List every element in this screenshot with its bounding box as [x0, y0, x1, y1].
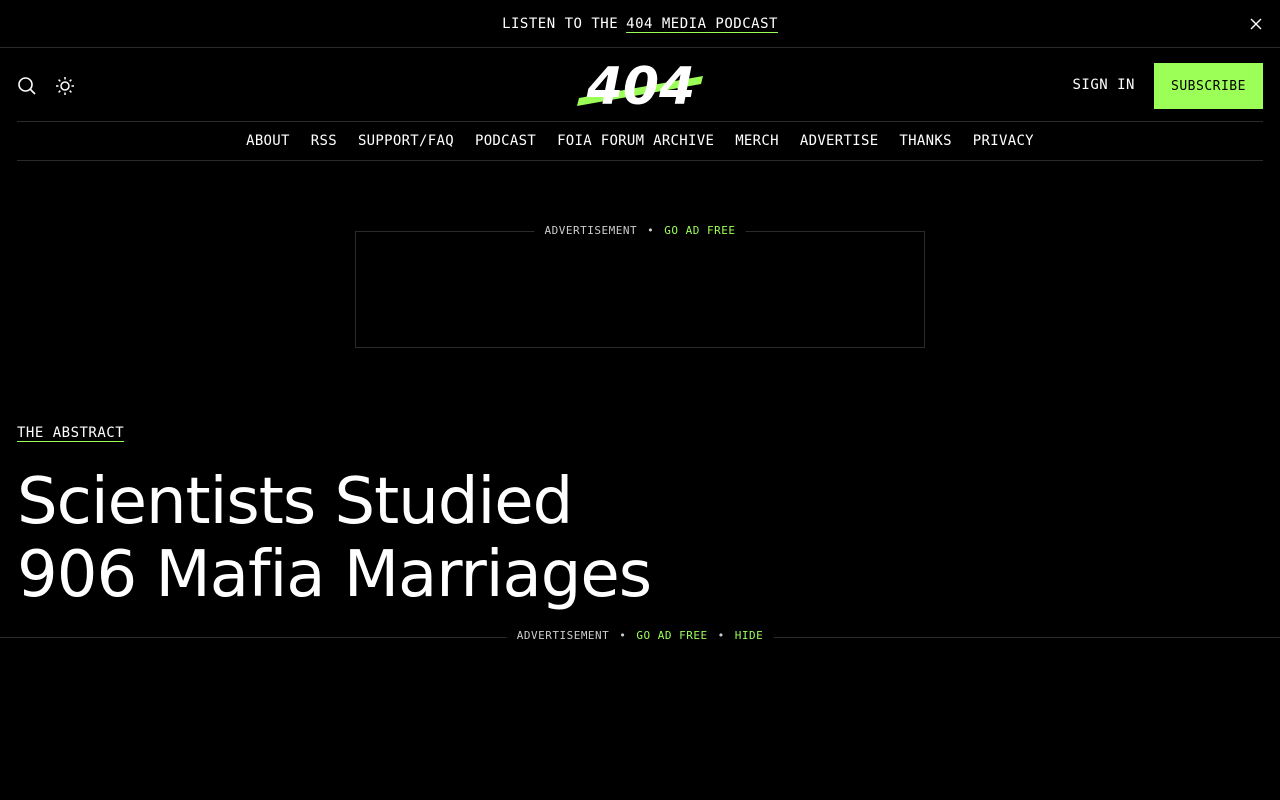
advertisement-text: ADVERTISEMENT — [544, 224, 638, 237]
theme-toggle-sun-icon[interactable] — [55, 76, 75, 96]
announcement-bar: LISTEN TO THE 404 MEDIA PODCAST — [0, 0, 1280, 48]
ad-label-top: ADVERTISEMENT • GO AD FREE — [534, 224, 746, 237]
nav-item-podcast[interactable]: PODCAST — [475, 133, 536, 149]
nav-item-about[interactable]: ABOUT — [246, 133, 290, 149]
nav-item-foia-forum-archive[interactable]: FOIA FORUM ARCHIVE — [557, 133, 714, 149]
podcast-link[interactable]: 404 MEDIA PODCAST — [626, 16, 778, 32]
logo-text: 404 — [586, 58, 696, 114]
nav-item-privacy[interactable]: PRIVACY — [973, 133, 1034, 149]
article-category-link[interactable]: THE ABSTRACT — [17, 425, 124, 441]
go-ad-free-link[interactable]: GO AD FREE — [636, 629, 707, 642]
headline-line-2: 906 Mafia Marriages — [17, 538, 652, 612]
headline-line-1: Scientists Studied — [17, 465, 573, 539]
header-tools — [17, 76, 75, 96]
nav-item-rss[interactable]: RSS — [311, 133, 337, 149]
separator-dot: • — [717, 629, 725, 642]
subscribe-button[interactable]: SUBSCRIBE — [1154, 63, 1263, 109]
article-headline: Scientists Studied 906 Mafia Marriages — [17, 466, 917, 612]
close-icon[interactable] — [1248, 16, 1264, 32]
separator-dot: • — [647, 224, 655, 237]
ad-label-bottom: ADVERTISEMENT • GO AD FREE • HIDE — [506, 629, 774, 642]
announcement-text: LISTEN TO THE — [502, 15, 619, 32]
nav-item-advertise[interactable]: ADVERTISE — [800, 133, 879, 149]
search-icon[interactable] — [17, 76, 37, 96]
separator-dot: • — [619, 629, 627, 642]
go-ad-free-link[interactable]: GO AD FREE — [664, 224, 735, 237]
sign-in-link[interactable]: SIGN IN — [1072, 77, 1135, 93]
nav-item-support-faq[interactable]: SUPPORT/FAQ — [358, 133, 454, 149]
site-logo[interactable]: 404 — [577, 57, 705, 117]
advertisement-text: ADVERTISEMENT — [516, 629, 610, 642]
hide-ad-link[interactable]: HIDE — [735, 629, 764, 642]
site-header: 404 SIGN IN SUBSCRIBE — [17, 48, 1263, 122]
main-nav: ABOUT RSS SUPPORT/FAQ PODCAST FOIA FORUM… — [17, 122, 1263, 161]
nav-item-thanks[interactable]: THANKS — [899, 133, 951, 149]
ad-slot-top: ADVERTISEMENT • GO AD FREE — [355, 224, 925, 348]
nav-item-merch[interactable]: MERCH — [735, 133, 779, 149]
ad-divider-bottom: ADVERTISEMENT • GO AD FREE • HIDE — [0, 629, 1280, 642]
